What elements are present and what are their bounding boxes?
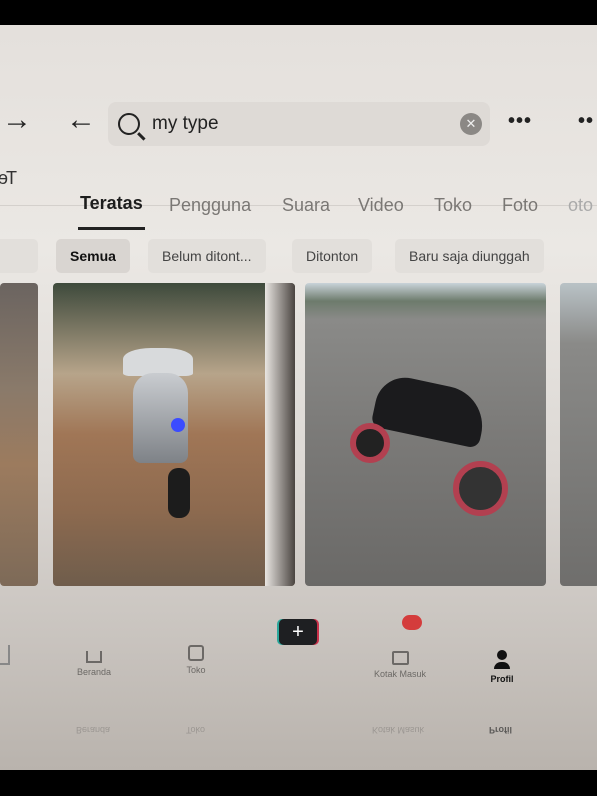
close-icon[interactable]: ✕ bbox=[460, 113, 482, 135]
result-thumbnail-partial[interactable] bbox=[560, 283, 597, 586]
tab-toko[interactable]: Toko bbox=[434, 195, 472, 216]
more-options-icon-ghost: •• bbox=[578, 110, 595, 132]
reflection-beranda: Beranda bbox=[76, 725, 111, 735]
tab-ghost: oto bbox=[568, 195, 594, 215]
black-border-bottom bbox=[0, 770, 597, 795]
nav-profil[interactable]: Profil bbox=[472, 650, 532, 684]
nav-kotak-masuk[interactable]: Kotak Masuk bbox=[370, 645, 430, 679]
back-button[interactable]: ← bbox=[66, 103, 96, 137]
tab-pengguna[interactable]: Pengguna bbox=[169, 195, 251, 216]
chip-semua[interactable]: Semua bbox=[56, 239, 130, 273]
tab-suara[interactable]: Suara bbox=[282, 195, 330, 216]
reflection-kotak-masuk: Kotak Masuk bbox=[372, 725, 425, 735]
result-thumbnail-partial[interactable] bbox=[0, 283, 38, 586]
home-icon bbox=[86, 651, 102, 663]
reflection-profil: Profil bbox=[489, 725, 513, 735]
scooter-photo bbox=[123, 348, 193, 376]
search-bar[interactable]: ✕ bbox=[108, 102, 490, 146]
search-tabs: Te Teratas Pengguna Suara Video Toko Fot… bbox=[0, 168, 597, 230]
create-button[interactable]: + bbox=[279, 619, 317, 645]
search-input[interactable] bbox=[152, 113, 452, 135]
more-options-button[interactable]: ••• bbox=[508, 110, 532, 133]
search-icon bbox=[118, 113, 140, 135]
result-thumbnail-scooter[interactable] bbox=[53, 283, 295, 586]
chip-ghost bbox=[0, 239, 38, 273]
forward-arrow-icon[interactable]: → bbox=[2, 103, 32, 137]
notification-badge bbox=[402, 615, 422, 630]
result-thumbnail-motorbike[interactable] bbox=[305, 283, 546, 586]
chip-baru-saja-diunggah[interactable]: Baru saja diunggah bbox=[395, 239, 544, 273]
tab-foto[interactable]: Foto bbox=[502, 195, 538, 216]
tab-video[interactable]: Video bbox=[358, 195, 404, 216]
reflection-toko: Toko bbox=[186, 725, 206, 735]
nav-ghost bbox=[0, 645, 30, 669]
nav-beranda[interactable]: Beranda bbox=[64, 645, 124, 677]
profile-icon bbox=[492, 650, 512, 670]
nav-toko[interactable]: Toko bbox=[166, 645, 226, 675]
shopping-bag-icon bbox=[188, 645, 204, 661]
chip-ditonton[interactable]: Ditonton bbox=[292, 239, 373, 273]
tab-teratas[interactable]: Teratas bbox=[78, 193, 145, 230]
chip-belum-ditonton[interactable]: Belum ditont... bbox=[148, 239, 266, 273]
tab-ghost: Te bbox=[0, 168, 18, 188]
inbox-icon bbox=[391, 651, 409, 665]
